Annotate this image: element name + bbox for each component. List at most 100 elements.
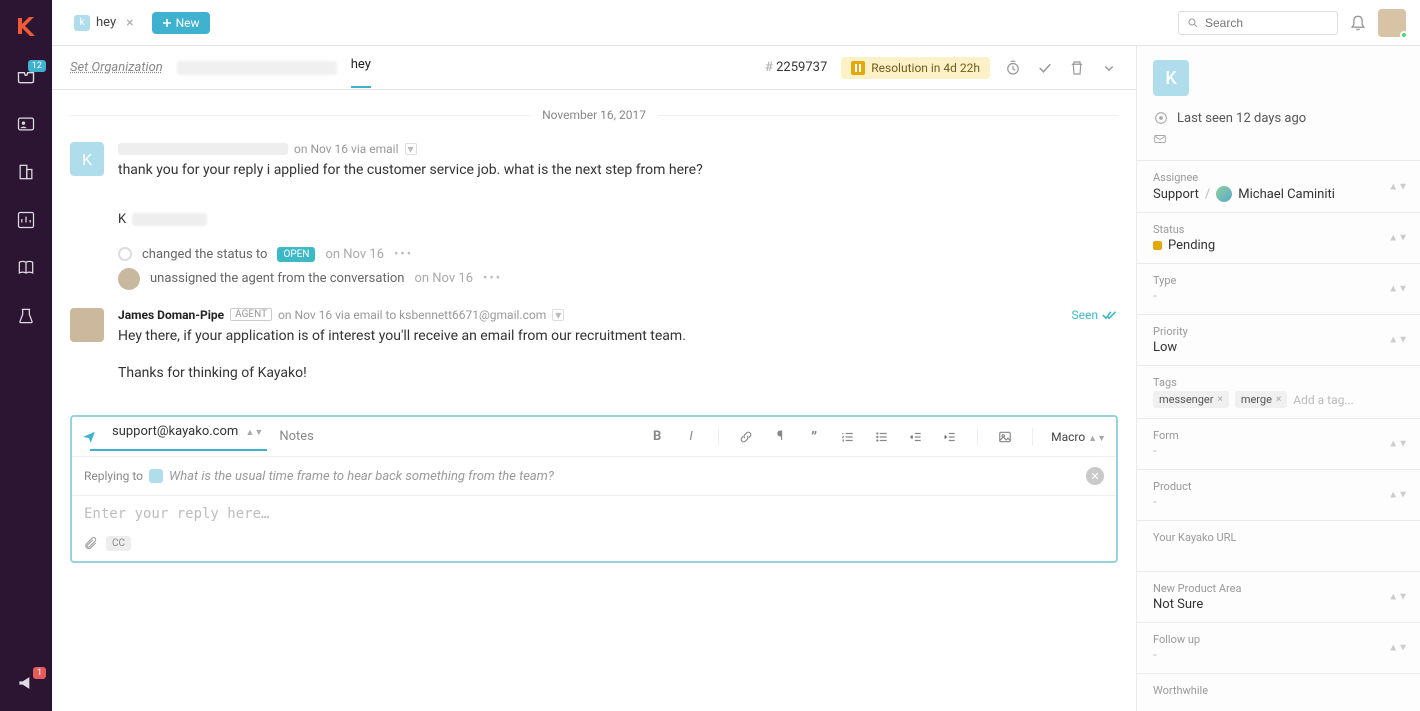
close-icon[interactable]: ×	[126, 15, 133, 31]
message-body: thank you for your reply i applied for t…	[118, 160, 1118, 182]
list-ordered-icon[interactable]	[839, 428, 857, 446]
send-icon	[82, 430, 96, 444]
message-meta: on Nov 16 via email to ksbennett6671@gma…	[278, 308, 546, 322]
inbox-badge: 12	[28, 60, 46, 72]
italic-icon[interactable]: I	[682, 428, 700, 446]
search-box[interactable]	[1178, 11, 1338, 35]
event-more-icon[interactable]: •••	[483, 271, 502, 286]
search-input[interactable]	[1205, 16, 1315, 30]
tab-title: hey	[96, 15, 116, 30]
attach-icon[interactable]	[84, 537, 98, 551]
case-header: Set Organization hey # 2259737 Resolutio…	[52, 46, 1136, 90]
composer-tabs: support@kayako.com ▲▼ Notes B I ¶ ” Macr…	[72, 417, 1116, 457]
customer-name-redacted	[118, 143, 288, 155]
conversation-area: November 16, 2017 K on Nov 16 via email …	[52, 90, 1136, 711]
quote-icon[interactable]: ”	[805, 428, 823, 446]
case-id: # 2259737	[765, 60, 827, 75]
chevron-updown-icon: ▲▼	[1388, 439, 1408, 450]
agent-avatar[interactable]	[70, 308, 104, 342]
cc-button[interactable]: CC	[106, 536, 131, 551]
labs-icon[interactable]	[16, 306, 36, 326]
chevron-down-icon[interactable]: ▾	[405, 143, 417, 155]
more-chevron-down-icon[interactable]	[1100, 59, 1118, 77]
search-icon	[1187, 17, 1199, 29]
status-open-pill: OPEN	[277, 247, 315, 262]
reply-textarea[interactable]	[84, 506, 1104, 522]
conversation-tab[interactable]: k hey ×	[66, 11, 142, 35]
chevron-down-icon[interactable]: ▾	[552, 309, 564, 321]
add-tag-input[interactable]: Add a tag...	[1293, 393, 1354, 407]
assignee-avatar	[1216, 186, 1232, 202]
timeline-event: changed the status to OPEN on Nov 16 •••	[118, 247, 1118, 262]
complete-check-icon[interactable]	[1036, 59, 1054, 77]
tag-pill[interactable]: merge×	[1235, 391, 1287, 408]
right-panel: K Last seen 12 days ago Assignee Support…	[1136, 46, 1420, 711]
pause-icon	[851, 61, 865, 75]
sla-badge[interactable]: Resolution in 4d 22h	[841, 57, 990, 79]
date-separator: November 16, 2017	[70, 108, 1118, 122]
worthwhile-field[interactable]: Worthwhile	[1137, 673, 1420, 709]
from-channel-select[interactable]: support@kayako.com ▲▼	[112, 424, 263, 449]
message-body: Hey there, if your application is of int…	[118, 326, 1118, 385]
tag-remove-icon[interactable]: ×	[1276, 394, 1281, 405]
kayako-url-field[interactable]: Your Kayako URL	[1137, 520, 1420, 571]
requester-name[interactable]	[177, 61, 337, 75]
reminder-clock-icon[interactable]	[1004, 59, 1022, 77]
status-field[interactable]: Status Pending ▲▼	[1137, 212, 1420, 263]
indent-icon[interactable]	[941, 428, 959, 446]
outdent-icon[interactable]	[907, 428, 925, 446]
date-separator-label: November 16, 2017	[542, 108, 646, 122]
reply-composer: support@kayako.com ▲▼ Notes B I ¶ ” Macr…	[70, 415, 1118, 563]
tag-remove-icon[interactable]: ×	[1217, 394, 1222, 405]
replying-to-label: Replying to	[84, 469, 143, 483]
org-building-icon[interactable]	[16, 162, 36, 182]
priority-field[interactable]: Priority Low ▲▼	[1137, 314, 1420, 365]
chevron-updown-icon: ▲▼	[1388, 284, 1408, 295]
announcements-megaphone-icon[interactable]: 1	[16, 673, 36, 693]
app-logo[interactable]	[14, 14, 38, 38]
requester-avatar-large[interactable]: K	[1153, 60, 1189, 96]
followup-field[interactable]: Follow up - ▲▼	[1137, 622, 1420, 673]
form-field[interactable]: Form - ▲▼	[1137, 418, 1420, 469]
last-seen: Last seen 12 days ago	[1153, 110, 1404, 126]
replying-to-avatar	[149, 469, 163, 483]
customer-avatar[interactable]: K	[70, 142, 104, 176]
trash-icon[interactable]	[1068, 59, 1086, 77]
signature: K	[118, 212, 1118, 227]
agent-message: James Doman-Pipe AGENT on Nov 16 via ema…	[70, 308, 1118, 385]
list-unordered-icon[interactable]	[873, 428, 891, 446]
remove-replyto-icon[interactable]: ✕	[1086, 467, 1104, 485]
online-status-dot	[1400, 31, 1408, 39]
user-card-icon[interactable]	[16, 114, 36, 134]
new-button[interactable]: New	[152, 12, 210, 34]
helpcenter-book-icon[interactable]	[16, 258, 36, 278]
bold-icon[interactable]: B	[648, 428, 666, 446]
macro-select[interactable]: Macro ▲▼	[1051, 430, 1106, 444]
paragraph-icon[interactable]: ¶	[771, 428, 789, 446]
tags-field[interactable]: Tags messenger× merge× Add a tag...	[1137, 365, 1420, 418]
assignee-field[interactable]: Assignee Support / Michael Caminiti ▲▼	[1137, 160, 1420, 212]
set-organization-link[interactable]: Set Organization	[70, 60, 163, 75]
email-icon[interactable]	[1153, 132, 1404, 146]
sla-text: Resolution in 4d 22h	[871, 61, 980, 75]
inbox-icon[interactable]: 12	[16, 66, 36, 86]
type-field[interactable]: Type - ▲▼	[1137, 263, 1420, 314]
event-more-icon[interactable]: •••	[394, 247, 413, 262]
pending-dot-icon	[1153, 241, 1162, 250]
tag-pill[interactable]: messenger×	[1153, 391, 1229, 408]
user-avatar[interactable]	[1378, 9, 1406, 37]
notes-tab[interactable]: Notes	[279, 429, 314, 444]
replying-to-quote: What is the usual time frame to hear bac…	[169, 469, 554, 484]
notifications-bell-icon[interactable]	[1348, 13, 1368, 33]
chevron-updown-icon: ▲▼	[1388, 181, 1408, 192]
link-icon[interactable]	[737, 428, 755, 446]
insights-chart-icon[interactable]	[16, 210, 36, 230]
case-subject[interactable]: hey	[351, 57, 371, 78]
top-header: k hey × New	[52, 0, 1420, 46]
seen-indicator: Seen	[1072, 308, 1118, 322]
new-product-area-field[interactable]: New Product Area Not Sure ▲▼	[1137, 571, 1420, 622]
chevron-updown-icon: ▲▼	[1388, 643, 1408, 654]
product-field[interactable]: Product - ▲▼	[1137, 469, 1420, 520]
chevron-updown-icon: ▲▼	[1388, 490, 1408, 501]
image-icon[interactable]	[996, 428, 1014, 446]
